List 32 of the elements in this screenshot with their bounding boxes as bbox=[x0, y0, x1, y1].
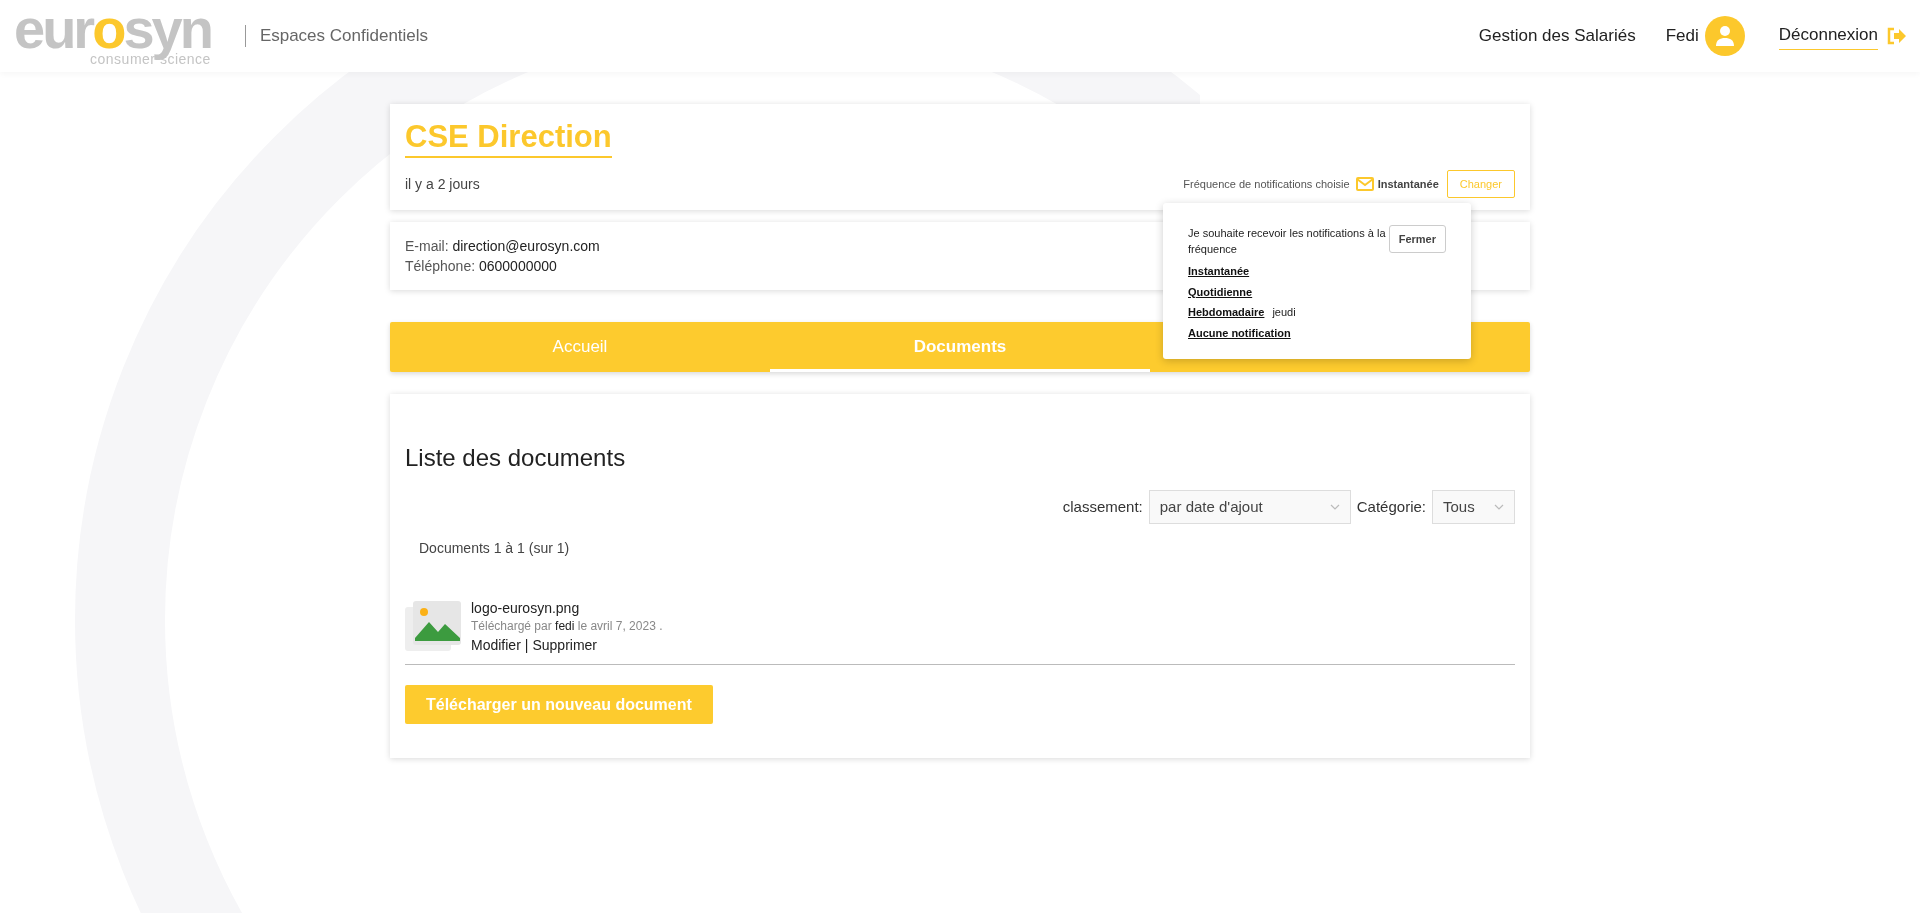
category-label: Catégorie: bbox=[1356, 496, 1426, 517]
logout-link[interactable]: Déconnexion bbox=[1778, 21, 1878, 51]
chevron-down-icon bbox=[1494, 504, 1504, 510]
document-name[interactable]: logo-eurosyn.png bbox=[471, 599, 663, 618]
user-name[interactable]: Fedi bbox=[1665, 23, 1699, 49]
popup-message: Je souhaite recevoir les notifications à la fréquence bbox=[1188, 226, 1387, 257]
category-select[interactable]: Tous bbox=[1432, 490, 1515, 524]
sort-select[interactable]: par date d'ajout bbox=[1148, 490, 1351, 524]
frequency-value: Instantanée bbox=[1377, 176, 1439, 192]
frequency-option-link[interactable]: Instantanée bbox=[1188, 263, 1250, 280]
documents-count: Documents 1 à 1 (sur 1) bbox=[419, 539, 571, 558]
contact-line: Téléphone: 0600000000 bbox=[405, 257, 557, 276]
sort-label: classement: bbox=[1062, 496, 1143, 517]
user-avatar-icon[interactable] bbox=[1704, 16, 1745, 56]
link-separator: | bbox=[524, 636, 529, 655]
weekday-note: jeudi bbox=[1272, 305, 1296, 320]
close-button[interactable]: Fermer bbox=[1388, 225, 1446, 253]
frequency-option-link[interactable]: Hebdomadaire bbox=[1188, 304, 1265, 321]
documents-title: Liste des documents bbox=[405, 443, 627, 473]
contact-line: E-mail: direction@eurosyn.com bbox=[405, 237, 600, 256]
mail-icon bbox=[1355, 177, 1374, 191]
nav-link[interactable]: Gestion des Salariés bbox=[1478, 23, 1636, 49]
delete-link[interactable]: Supprimer bbox=[532, 634, 598, 656]
section-title: Espaces Confidentiels bbox=[259, 25, 429, 48]
document-meta: Téléchargé par fedi le avril 7, 2023 . bbox=[471, 618, 663, 634]
logout-icon[interactable] bbox=[1886, 27, 1906, 45]
space-age: il y a 2 jours bbox=[405, 174, 480, 194]
chevron-down-icon bbox=[1329, 504, 1340, 510]
frequency-option-link[interactable]: Quotidienne bbox=[1188, 283, 1253, 300]
frequency-label: Fréquence de notifications choisie bbox=[1183, 176, 1350, 192]
frequency-option-link[interactable]: Aucune notification bbox=[1188, 324, 1291, 341]
edit-link[interactable]: Modifier bbox=[471, 634, 521, 656]
